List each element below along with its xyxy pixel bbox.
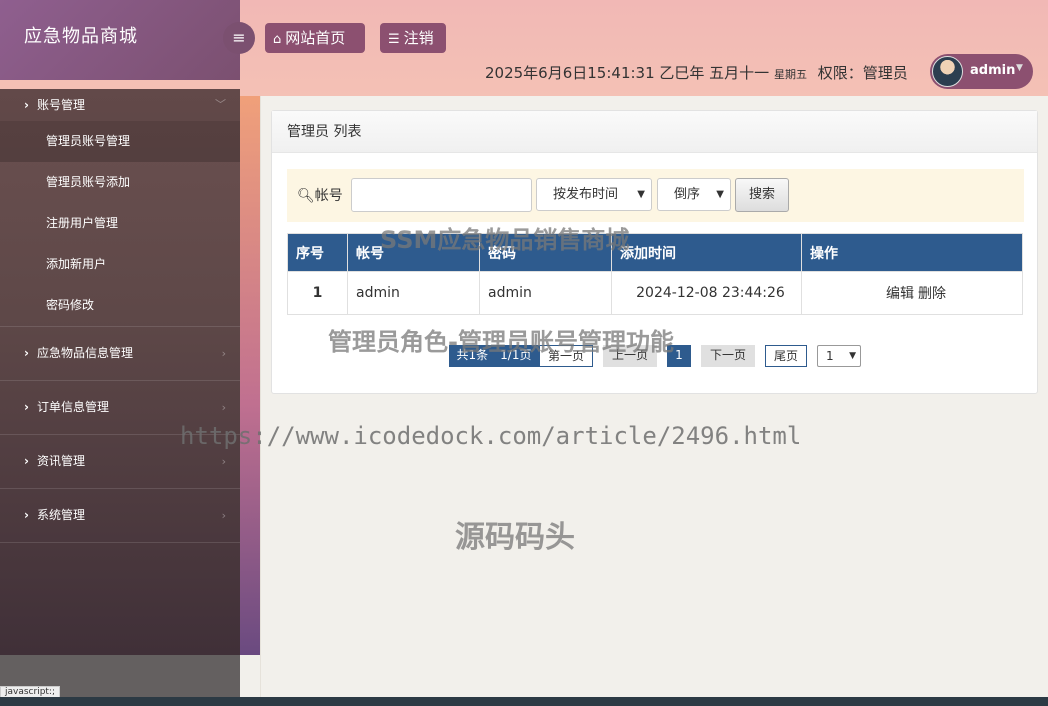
column-header: 序号 [287,233,348,272]
status-line: 2025年6月6日15:41:31 乙巳年 五月十一 星期五 权限：管理员 [485,62,908,83]
sort-field-value: 按发布时间 [553,187,619,202]
delete-link[interactable]: 删除 [918,286,946,302]
username-label: admin [970,63,1016,78]
panel-title: 管理员 列表 [272,111,1037,153]
sidebar-group-label: 资讯管理 [36,454,85,468]
chevron-down-icon: ▼ [849,351,856,361]
decorative-strip [240,96,260,655]
sidebar-group-label: 系统管理 [36,508,85,522]
search-label: 🔍︎帐号 [297,185,343,205]
cell-actions: 编辑 删除 [801,271,1023,315]
main-content: 管理员 列表 🔍︎帐号 按发布时间 ▼ 倒序 ▼ 搜索 序号 帐号 密码 添加时… [260,96,1048,697]
sidebar-item-label: 管理员账号管理 [46,134,131,148]
sidebar-group-head-goods[interactable]: › 应急物品信息管理 › [0,327,240,380]
sidebar-item-user-manage[interactable]: 注册用户管理 [0,203,240,244]
edit-link[interactable]: 编辑 [886,286,914,302]
logout-button-label: 注销 [403,29,434,47]
admin-table: 序号 帐号 密码 添加时间 操作 1 admin admin 2024-12-0… [287,233,1023,315]
sidebar-group-orders: › 订单信息管理 › [0,381,240,435]
chevron-right-icon: › [24,508,29,522]
chevron-right-small-icon: › [221,509,226,522]
home-button[interactable]: ⌂ 网站首页 [265,23,365,53]
page-jump-select[interactable]: 1 ▼ [817,345,861,367]
column-header: 密码 [479,233,612,272]
sidebar: › 账号管理 ﹀ 管理员账号管理 管理员账号添加 注册用户管理 添加新用户 密码修… [0,89,240,655]
column-header: 操作 [801,233,1023,272]
table-header-row: 序号 帐号 密码 添加时间 操作 [287,233,1023,272]
sidebar-group-head-news[interactable]: › 资讯管理 › [0,435,240,488]
caret-down-icon: ▼ [1016,63,1023,73]
chevron-right-icon: › [24,98,29,112]
list-icon: ☰ [388,32,400,47]
sort-order-select[interactable]: 倒序 ▼ [657,178,731,211]
sidebar-item-admin-add[interactable]: 管理员账号添加 [0,162,240,203]
column-header: 帐号 [347,233,480,272]
cell-password: admin [479,271,612,315]
sidebar-group-head-orders[interactable]: › 订单信息管理 › [0,381,240,434]
sidebar-group-news: › 资讯管理 › [0,435,240,489]
home-button-label: 网站首页 [285,29,346,47]
chevron-right-small-icon: › [221,347,226,360]
sidebar-group-account: › 账号管理 ﹀ 管理员账号管理 管理员账号添加 注册用户管理 添加新用户 密码修… [0,89,240,327]
brand-logo: 应急物品商城 [0,0,240,80]
table-row: 1 admin admin 2024-12-08 23:44:26 编辑 删除 [287,271,1023,315]
pager-prev[interactable]: 上一页 [603,345,657,367]
sidebar-group-label: 账号管理 [36,98,85,112]
pager-current[interactable]: 1 [667,345,691,367]
pager-last[interactable]: 尾页 [765,345,807,367]
sidebar-group-head-system[interactable]: › 系统管理 › [0,489,240,542]
cell-account: admin [347,271,480,315]
sidebar-item-label: 管理员账号添加 [46,175,131,189]
sidebar-item-label: 注册用户管理 [46,216,119,230]
search-bar: 🔍︎帐号 按发布时间 ▼ 倒序 ▼ 搜索 [287,169,1024,222]
search-label-text: 帐号 [314,188,343,204]
logout-button[interactable]: ☰ 注销 [380,23,446,53]
sidebar-group-label: 应急物品信息管理 [36,346,133,360]
chevron-right-icon: › [24,454,29,468]
sidebar-group-head-account[interactable]: › 账号管理 ﹀ [0,89,240,121]
chevron-down-icon: ▼ [716,189,724,200]
sidebar-item-label: 密码修改 [46,298,95,312]
datetime-text: 2025年6月6日15:41:31 乙巳年 五月十一 [485,64,770,82]
hamburger-icon: ≡ [232,28,246,47]
sidebar-item-user-add[interactable]: 添加新用户 [0,244,240,285]
role-text: 权限：管理员 [817,64,908,82]
pager-total: 共1条 1/1页 [449,345,539,367]
chevron-down-icon: ▼ [637,189,645,200]
pager-first[interactable]: 第一页 [539,345,593,367]
chevron-right-small-icon: › [221,455,226,468]
sort-order-value: 倒序 [674,187,701,202]
sidebar-group-goods: › 应急物品信息管理 › [0,327,240,381]
sidebar-toggle-button[interactable]: ≡ [223,22,255,54]
sidebar-item-password[interactable]: 密码修改 [0,285,240,326]
pager-next[interactable]: 下一页 [701,345,755,367]
search-button[interactable]: 搜索 [735,178,789,212]
sidebar-group-label: 订单信息管理 [36,400,109,414]
column-header: 添加时间 [611,233,802,272]
cell-created: 2024-12-08 23:44:26 [611,271,802,315]
chevron-down-icon: ﹀ [215,98,226,111]
brand-title: 应急物品商城 [24,26,138,47]
chevron-right-icon: › [24,346,29,360]
home-icon: ⌂ [273,32,282,47]
sidebar-item-admin-manage[interactable]: 管理员账号管理 [0,121,240,162]
top-header: 应急物品商城 ≡ ⌂ 网站首页 ☰ 注销 2025年6月6日15:41:31 乙巳年… [0,0,1048,96]
sidebar-group-system: › 系统管理 › [0,489,240,543]
avatar [932,56,963,87]
taskbar-strip [0,697,1048,706]
admin-list-panel: 管理员 列表 🔍︎帐号 按发布时间 ▼ 倒序 ▼ 搜索 序号 帐号 密码 添加时… [271,110,1038,394]
weekday-text: 星期五 [773,68,807,81]
sort-field-select[interactable]: 按发布时间 ▼ [536,178,652,211]
account-search-input[interactable] [351,178,532,212]
user-menu-button[interactable]: admin ▼ [930,54,1033,89]
page-jump-value: 1 [826,349,834,363]
chevron-right-small-icon: › [221,401,226,414]
search-icon: 🔍︎ [297,188,315,204]
chevron-right-icon: › [24,400,29,414]
sidebar-item-label: 添加新用户 [46,257,107,271]
cell-index: 1 [287,271,348,315]
